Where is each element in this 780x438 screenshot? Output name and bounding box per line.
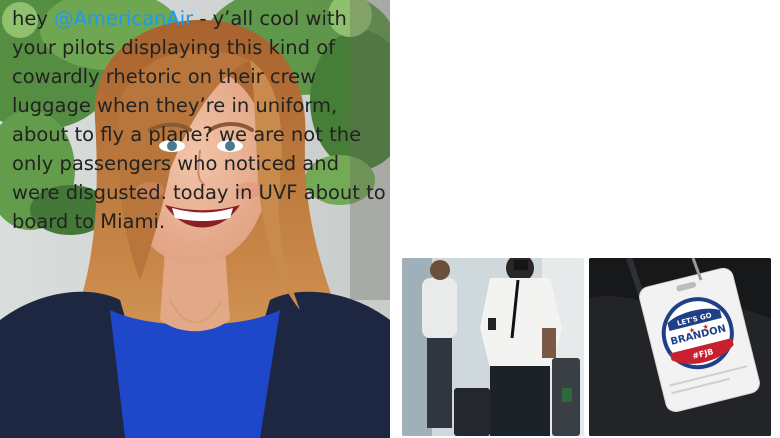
tweet-line-5: about to fly a plane? we are not the — [12, 123, 362, 146]
tweet-text-prefix: hey — [12, 7, 55, 30]
tweet-line-8: board to Miami. — [12, 210, 166, 233]
tweet-line-6: only passengers who noticed and — [12, 152, 339, 175]
tweet-text: hey @AmericanAir - y’all cool with your … — [12, 4, 386, 236]
tweet-line-2: your pilots displaying this kind of — [12, 36, 336, 59]
mention-link[interactable]: @AmericanAir — [54, 7, 193, 30]
tweet-line-3: cowardly rhetoric on their crew — [12, 65, 317, 88]
tweet-text-suffix: - y’all cool with — [193, 7, 347, 30]
tweet-line-1: hey @AmericanAir - y’all cool with — [12, 4, 384, 33]
tweet-image-luggage-tag[interactable]: LET'S GO BRANDON #FJB ★ ★ — [589, 258, 771, 436]
tweet-line-4: luggage when they’re in uniform, — [12, 94, 338, 117]
pilot-illustration — [402, 258, 584, 436]
tweet-image-pilot[interactable] — [402, 258, 584, 436]
luggage-tag-illustration: LET'S GO BRANDON #FJB ★ ★ — [589, 258, 771, 436]
tweet-line-7: were disgusted. today in UVF about to — [12, 181, 386, 204]
